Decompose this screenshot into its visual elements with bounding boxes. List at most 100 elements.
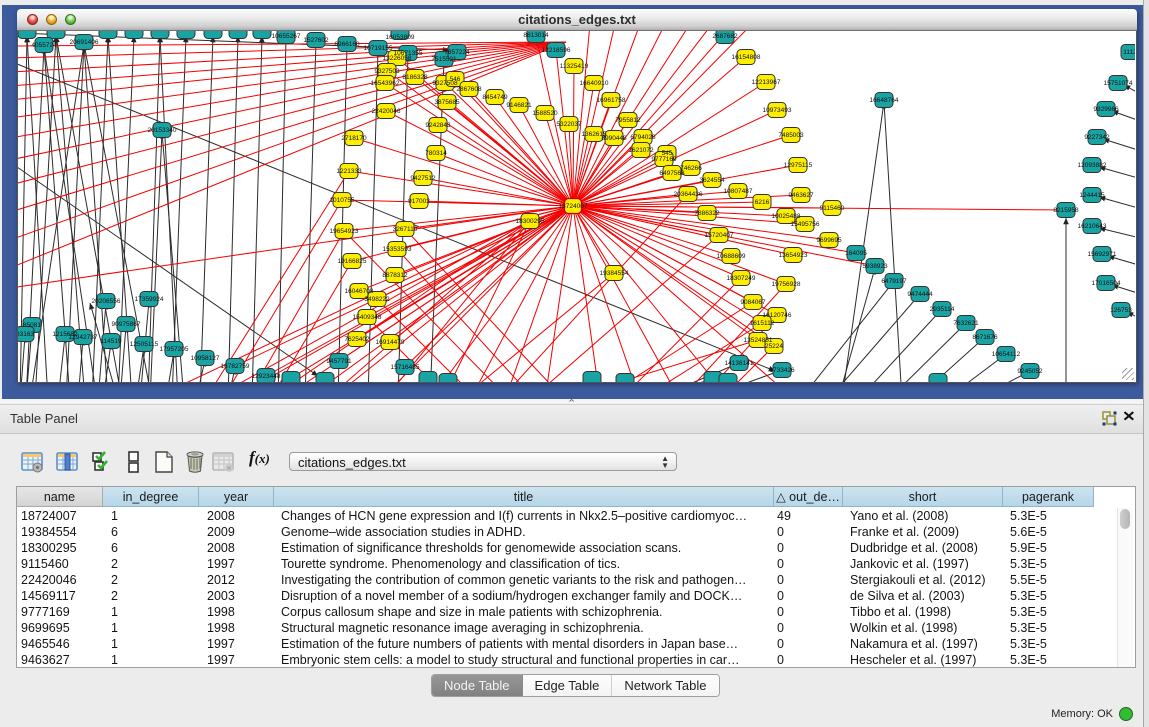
svg-text:17957205: 17957205 bbox=[160, 346, 189, 353]
svg-text:10973493: 10973493 bbox=[763, 107, 792, 114]
svg-text:5322037: 5322037 bbox=[556, 121, 582, 128]
svg-text:2935114: 2935114 bbox=[930, 306, 955, 313]
svg-text:9245052: 9245052 bbox=[1017, 368, 1043, 375]
svg-text:10655267: 10655267 bbox=[272, 33, 301, 40]
svg-text:10688609: 10688609 bbox=[717, 253, 746, 260]
svg-text:15751074: 15751074 bbox=[1104, 80, 1133, 87]
svg-text:1221333: 1221333 bbox=[336, 168, 362, 175]
svg-text:15409348: 15409348 bbox=[353, 314, 382, 321]
svg-text:16782759: 16782759 bbox=[221, 363, 250, 370]
svg-text:16543962: 16543962 bbox=[371, 80, 400, 87]
svg-text:7515521: 7515521 bbox=[431, 56, 457, 63]
svg-text:8990448: 8990448 bbox=[601, 135, 627, 142]
svg-text:12505115: 12505115 bbox=[130, 341, 159, 348]
svg-text:7625402: 7625402 bbox=[344, 336, 370, 343]
svg-text:10654112: 10654112 bbox=[992, 351, 1021, 358]
svg-text:11325419: 11325419 bbox=[560, 63, 589, 70]
svg-text:16120746: 16120746 bbox=[763, 312, 792, 319]
svg-text:3498222: 3498222 bbox=[364, 296, 390, 303]
svg-text:18724007: 18724007 bbox=[559, 203, 588, 210]
svg-text:9457791: 9457791 bbox=[326, 358, 352, 365]
svg-text:9699695: 9699695 bbox=[816, 237, 842, 244]
svg-text:1615112: 1615112 bbox=[750, 320, 775, 327]
svg-text:15495756: 15495756 bbox=[791, 221, 820, 228]
svg-text:16914479: 16914479 bbox=[376, 339, 405, 346]
svg-text:1733426: 1733426 bbox=[769, 367, 795, 374]
svg-text:10958127: 10958127 bbox=[191, 355, 220, 362]
svg-text:9115460: 9115460 bbox=[820, 205, 845, 212]
svg-text:7632621: 7632621 bbox=[953, 320, 979, 327]
svg-text:8454749: 8454749 bbox=[482, 94, 508, 101]
svg-text:1527602: 1527602 bbox=[303, 37, 329, 44]
svg-text:16648764: 16648764 bbox=[870, 97, 899, 104]
svg-text:1621072: 1621072 bbox=[628, 147, 654, 154]
svg-text:3267110: 3267110 bbox=[393, 226, 418, 233]
svg-text:8215958: 8215958 bbox=[1053, 207, 1079, 214]
svg-text:93163: 93163 bbox=[17, 331, 34, 338]
svg-text:16046708: 16046708 bbox=[345, 288, 374, 295]
svg-text:19166825: 19166825 bbox=[338, 258, 367, 265]
svg-text:2867608: 2867608 bbox=[456, 86, 482, 93]
svg-text:25224: 25224 bbox=[765, 343, 783, 350]
svg-text:7485003: 7485003 bbox=[778, 132, 804, 139]
svg-text:2687682: 2687682 bbox=[712, 33, 738, 40]
svg-text:19756928: 19756928 bbox=[772, 281, 801, 288]
svg-text:16053809: 16053809 bbox=[386, 34, 415, 41]
svg-text:22420046: 22420046 bbox=[372, 108, 401, 115]
svg-text:9242843: 9242843 bbox=[425, 122, 451, 129]
svg-text:9084067: 9084067 bbox=[740, 299, 766, 306]
svg-text:85081: 85081 bbox=[23, 322, 41, 329]
svg-text:12975115: 12975115 bbox=[784, 162, 813, 169]
svg-text:7955812: 7955812 bbox=[615, 117, 641, 124]
svg-text:10807487: 10807487 bbox=[724, 188, 753, 195]
svg-text:9146821: 9146821 bbox=[506, 102, 532, 109]
svg-text:9474444: 9474444 bbox=[907, 291, 933, 298]
svg-text:9227342: 9227342 bbox=[1084, 134, 1110, 141]
svg-text:164095: 164095 bbox=[845, 250, 867, 257]
svg-text:14136141: 14136141 bbox=[725, 360, 754, 367]
svg-text:17016504: 17016504 bbox=[1092, 280, 1121, 287]
svg-text:15720407: 15720407 bbox=[705, 232, 734, 239]
svg-text:9427512: 9427512 bbox=[410, 175, 436, 182]
svg-text:546: 546 bbox=[450, 76, 461, 83]
svg-text:19384554: 19384554 bbox=[600, 270, 629, 277]
svg-text:1244415: 1244415 bbox=[1079, 192, 1105, 199]
svg-text:6794028: 6794028 bbox=[630, 134, 656, 141]
svg-text:114519: 114519 bbox=[100, 338, 122, 345]
svg-text:9327503: 9327503 bbox=[374, 68, 400, 75]
svg-text:15353593: 15353593 bbox=[383, 246, 412, 253]
svg-text:20206556: 20206556 bbox=[92, 298, 121, 305]
svg-text:13654923: 13654923 bbox=[779, 252, 808, 259]
svg-text:6966160: 6966160 bbox=[334, 41, 360, 48]
svg-text:12093882: 12093882 bbox=[1078, 162, 1107, 169]
svg-text:9329966: 9329966 bbox=[1093, 106, 1119, 113]
svg-text:9463627: 9463627 bbox=[788, 192, 814, 199]
svg-text:18307249: 18307249 bbox=[727, 275, 756, 282]
svg-text:8186328: 8186328 bbox=[402, 74, 428, 81]
svg-text:8813014: 8813014 bbox=[523, 32, 549, 39]
svg-text:90975867: 90975867 bbox=[112, 321, 141, 328]
svg-text:16210643: 16210643 bbox=[1078, 223, 1107, 230]
svg-text:8878312: 8878312 bbox=[382, 272, 408, 279]
svg-text:16154808: 16154808 bbox=[732, 54, 761, 61]
svg-text:6497568: 6497568 bbox=[659, 170, 685, 177]
svg-text:6479197: 6479197 bbox=[881, 278, 907, 285]
svg-text:7886322: 7886322 bbox=[694, 210, 720, 217]
svg-text:15692971: 15692971 bbox=[1088, 251, 1117, 258]
svg-text:3875685: 3875685 bbox=[434, 99, 460, 106]
svg-text:9777169: 9777169 bbox=[651, 156, 677, 163]
svg-text:15716485: 15716485 bbox=[391, 364, 420, 371]
svg-text:20691406: 20691406 bbox=[70, 39, 99, 46]
svg-text:13226058: 13226058 bbox=[383, 55, 412, 62]
svg-text:20153340: 20153340 bbox=[148, 127, 177, 134]
svg-text:20364436: 20364436 bbox=[674, 191, 703, 198]
svg-text:7857224: 7857224 bbox=[444, 49, 470, 56]
svg-text:917003: 917003 bbox=[408, 198, 430, 205]
svg-text:10719155: 10719155 bbox=[364, 45, 393, 52]
svg-text:19654923: 19654923 bbox=[330, 228, 359, 235]
svg-text:6216: 6216 bbox=[755, 199, 770, 206]
svg-text:780314: 780314 bbox=[425, 150, 447, 157]
svg-text:1588520: 1588520 bbox=[532, 110, 558, 117]
svg-text:4055724: 4055724 bbox=[31, 42, 57, 49]
svg-text:1112: 1112 bbox=[1123, 49, 1135, 56]
